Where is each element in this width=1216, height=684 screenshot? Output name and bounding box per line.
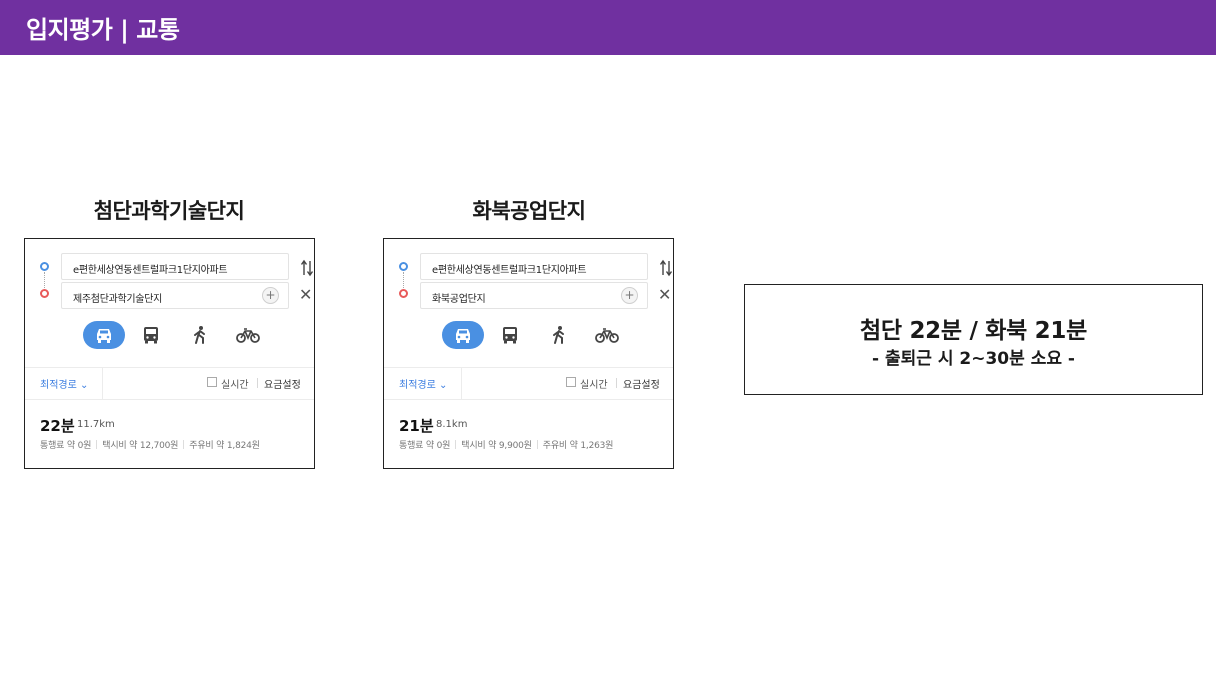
start-location-field[interactable]: e편한세상연동센트럴파크1단지아파트: [420, 253, 648, 280]
toll-cost: 통행료 약 0원: [40, 441, 92, 451]
cost-summary: 통행료 약 0원 택시비 약 9,900원 주유비 약 1,263원: [399, 438, 613, 451]
start-location-text: e편한세상연동센트럴파크1단지아파트: [432, 265, 587, 276]
car-icon: [97, 329, 111, 343]
route-option-dropdown[interactable]: 최적경로 ⌄: [40, 376, 88, 391]
realtime-label: 실시간: [580, 380, 608, 391]
toll-cost: 통행료 약 0원: [399, 441, 451, 451]
divider: [384, 367, 673, 368]
bus-icon[interactable]: [500, 325, 520, 345]
travel-distance: 8.1km: [436, 419, 468, 430]
route-option-dropdown[interactable]: 최적경로 ⌄: [399, 376, 447, 391]
start-marker-icon: [40, 262, 49, 271]
start-marker-icon: [399, 262, 408, 271]
divider: [257, 378, 258, 388]
divider: [616, 378, 617, 388]
realtime-checkbox[interactable]: [566, 377, 576, 387]
fare-setting-link[interactable]: 요금설정: [623, 376, 660, 391]
destination-marker-icon: [399, 289, 408, 298]
bus-icon[interactable]: [141, 325, 161, 345]
realtime-checkbox[interactable]: [207, 377, 217, 387]
walk-icon[interactable]: [549, 325, 569, 345]
car-mode-button[interactable]: [442, 321, 484, 349]
destination-marker-icon: [40, 289, 49, 298]
summary-main-text: 첨단 22분 / 화북 21분: [860, 318, 1087, 344]
start-location-text: e편한세상연동센트럴파크1단지아파트: [73, 265, 228, 276]
travel-time: 21분: [399, 417, 434, 435]
divider: [25, 399, 314, 400]
close-icon[interactable]: ✕: [658, 287, 671, 303]
realtime-label: 실시간: [221, 380, 249, 391]
close-icon[interactable]: ✕: [299, 287, 312, 303]
fuel-cost: 주유비 약 1,824원: [189, 441, 260, 451]
taxi-cost: 택시비 약 9,900원: [461, 441, 532, 451]
divider: [461, 367, 462, 399]
section-heading-cheomdan: 첨단과학기술단지: [93, 199, 245, 223]
start-location-field[interactable]: e편한세상연동센트럴파크1단지아파트: [61, 253, 289, 280]
destination-field[interactable]: 제주첨단과학기술단지 +: [61, 282, 289, 309]
route-panel-hwabuk: e편한세상연동센트럴파크1단지아파트 화북공업단지 + ✕ 최적경로 ⌄ 실시간…: [383, 238, 674, 469]
destination-field[interactable]: 화북공업단지 +: [420, 282, 648, 309]
summary-sub-text: - 출퇴근 시 2~30분 소요 -: [872, 349, 1075, 369]
fuel-cost: 주유비 약 1,263원: [542, 441, 614, 451]
page-title: 입지평가 | 교통: [26, 16, 180, 44]
bike-icon[interactable]: [595, 325, 619, 345]
section-heading-hwabuk: 화북공업단지: [472, 199, 586, 223]
divider: [102, 367, 103, 399]
swap-arrows-icon[interactable]: [301, 259, 313, 277]
divider: [25, 367, 314, 368]
swap-arrows-icon[interactable]: [660, 259, 672, 277]
header-bar: 입지평가 | 교통: [0, 0, 1216, 55]
fare-setting-link[interactable]: 요금설정: [264, 376, 301, 391]
route-panel-cheomdan: e편한세상연동센트럴파크1단지아파트 제주첨단과학기술단지 + ✕ 최적경로 ⌄…: [24, 238, 315, 469]
destination-text: 화북공업단지: [432, 294, 486, 305]
travel-time: 22분: [40, 417, 75, 435]
destination-text: 제주첨단과학기술단지: [73, 294, 163, 305]
plus-icon[interactable]: +: [262, 287, 279, 304]
cost-summary: 통행료 약 0원 택시비 약 12,700원 주유비 약 1,824원: [40, 438, 260, 451]
bike-icon[interactable]: [236, 325, 260, 345]
car-mode-button[interactable]: [83, 321, 125, 349]
plus-icon[interactable]: +: [621, 287, 638, 304]
summary-box: 첨단 22분 / 화북 21분 - 출퇴근 시 2~30분 소요 -: [744, 284, 1203, 395]
divider: [384, 399, 673, 400]
travel-distance: 11.7km: [77, 419, 115, 430]
taxi-cost: 택시비 약 12,700원: [102, 441, 179, 451]
route-connector: [44, 272, 45, 288]
walk-icon[interactable]: [190, 325, 210, 345]
route-connector: [403, 272, 404, 288]
car-icon: [456, 329, 470, 343]
